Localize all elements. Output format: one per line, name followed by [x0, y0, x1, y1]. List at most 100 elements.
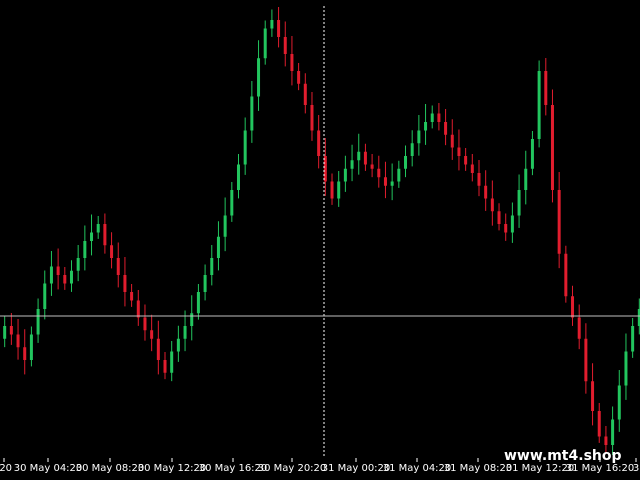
bear-candle: [370, 164, 374, 169]
bear-candle: [490, 198, 494, 212]
bear-candle: [604, 436, 608, 445]
bull-candle: [397, 168, 401, 182]
bear-candle: [584, 338, 588, 382]
x-tick-label: 30 May 12:20: [138, 463, 207, 474]
bull-candle: [176, 338, 180, 352]
bear-candle: [9, 326, 13, 335]
chart-canvas[interactable]: :2030 May 04:2030 May 08:2030 May 12:20 3…: [0, 0, 640, 480]
x-tick-label: 31 May 00:20: [322, 463, 391, 474]
bear-candle: [564, 253, 568, 297]
bull-candle: [343, 168, 347, 182]
bull-candle: [530, 139, 534, 169]
x-tick-label: 31 May 08:20: [444, 463, 513, 474]
bull-candle: [36, 309, 40, 335]
bull-candle: [196, 292, 200, 314]
bull-candle: [263, 28, 267, 59]
bear-candle: [290, 54, 294, 71]
bull-candle: [230, 190, 234, 216]
bull-candle: [183, 326, 187, 339]
bull-candle: [190, 313, 194, 326]
bull-candle: [216, 236, 220, 258]
bear-candle: [383, 177, 387, 186]
price-chart[interactable]: :2030 May 04:2030 May 08:2030 May 12:20 3…: [0, 0, 640, 480]
bear-candle: [591, 381, 595, 411]
x-tick-label: :20: [0, 463, 12, 474]
bull-candle: [390, 181, 394, 186]
bull-candle: [170, 351, 174, 373]
bull-candle: [250, 96, 254, 131]
bear-candle: [130, 292, 134, 301]
bull-candle: [611, 419, 615, 445]
bear-candle: [303, 83, 307, 105]
x-tick-label: 31 May 04:20: [383, 463, 452, 474]
bear-candle: [450, 134, 454, 148]
bull-candle: [76, 258, 80, 271]
bear-candle: [317, 130, 321, 156]
bull-candle: [49, 266, 53, 284]
bear-candle: [497, 211, 501, 224]
bull-candle: [236, 164, 240, 190]
bear-candle: [110, 245, 114, 258]
bull-candle: [257, 58, 261, 97]
bear-candle: [16, 334, 20, 348]
bull-candle: [43, 283, 47, 309]
chart-background: [0, 0, 640, 480]
x-tick-label: 30 May 20:20: [258, 463, 327, 474]
x-tick-label: 30 May 04:20: [14, 463, 83, 474]
bear-candle: [277, 20, 281, 37]
bear-candle: [457, 147, 461, 156]
bull-candle: [517, 190, 521, 216]
bear-candle: [557, 190, 561, 254]
bull-candle: [410, 143, 414, 156]
bear-candle: [597, 411, 601, 437]
bear-candle: [550, 105, 554, 190]
bear-candle: [437, 113, 441, 122]
bull-candle: [524, 168, 528, 190]
bear-candle: [156, 338, 160, 360]
bull-candle: [404, 156, 408, 169]
bull-candle: [337, 181, 341, 199]
bear-candle: [577, 317, 581, 339]
bear-candle: [123, 275, 127, 292]
bear-candle: [310, 105, 314, 131]
bear-candle: [444, 122, 448, 135]
bear-candle: [470, 164, 474, 173]
bull-candle: [270, 20, 274, 29]
x-tick-label: 31 May 16:20: [566, 463, 635, 474]
bear-candle: [283, 37, 287, 54]
bull-candle: [624, 351, 628, 386]
bear-candle: [504, 224, 508, 233]
bull-candle: [83, 241, 87, 258]
bear-candle: [363, 151, 367, 165]
bull-candle: [424, 122, 428, 131]
x-tick-label: 30 May 08:20: [76, 463, 145, 474]
bull-candle: [430, 113, 434, 122]
bear-candle: [150, 330, 154, 339]
bear-candle: [63, 275, 67, 284]
bear-candle: [116, 258, 120, 275]
bear-candle: [103, 224, 107, 246]
bull-candle: [203, 275, 207, 292]
x-tick-label: 31 May 12:20: [506, 463, 575, 474]
bear-candle: [163, 360, 167, 373]
bear-candle: [377, 168, 381, 178]
x-tick-label: 3: [633, 463, 639, 474]
bull-candle: [617, 385, 621, 420]
bear-candle: [143, 317, 147, 331]
bull-candle: [357, 151, 361, 161]
bear-candle: [136, 300, 140, 318]
bull-candle: [210, 258, 214, 275]
bear-candle: [330, 181, 334, 199]
bear-candle: [484, 185, 488, 199]
bull-candle: [243, 130, 247, 165]
bull-candle: [3, 326, 7, 339]
watermark: www.mt4.shop: [504, 448, 622, 464]
bull-candle: [223, 215, 227, 237]
bear-candle: [544, 71, 548, 105]
bull-candle: [510, 215, 514, 233]
bull-candle: [631, 326, 635, 352]
bull-candle: [69, 270, 73, 284]
bull-candle: [29, 334, 33, 360]
bull-candle: [350, 160, 354, 169]
bull-candle: [537, 71, 541, 139]
